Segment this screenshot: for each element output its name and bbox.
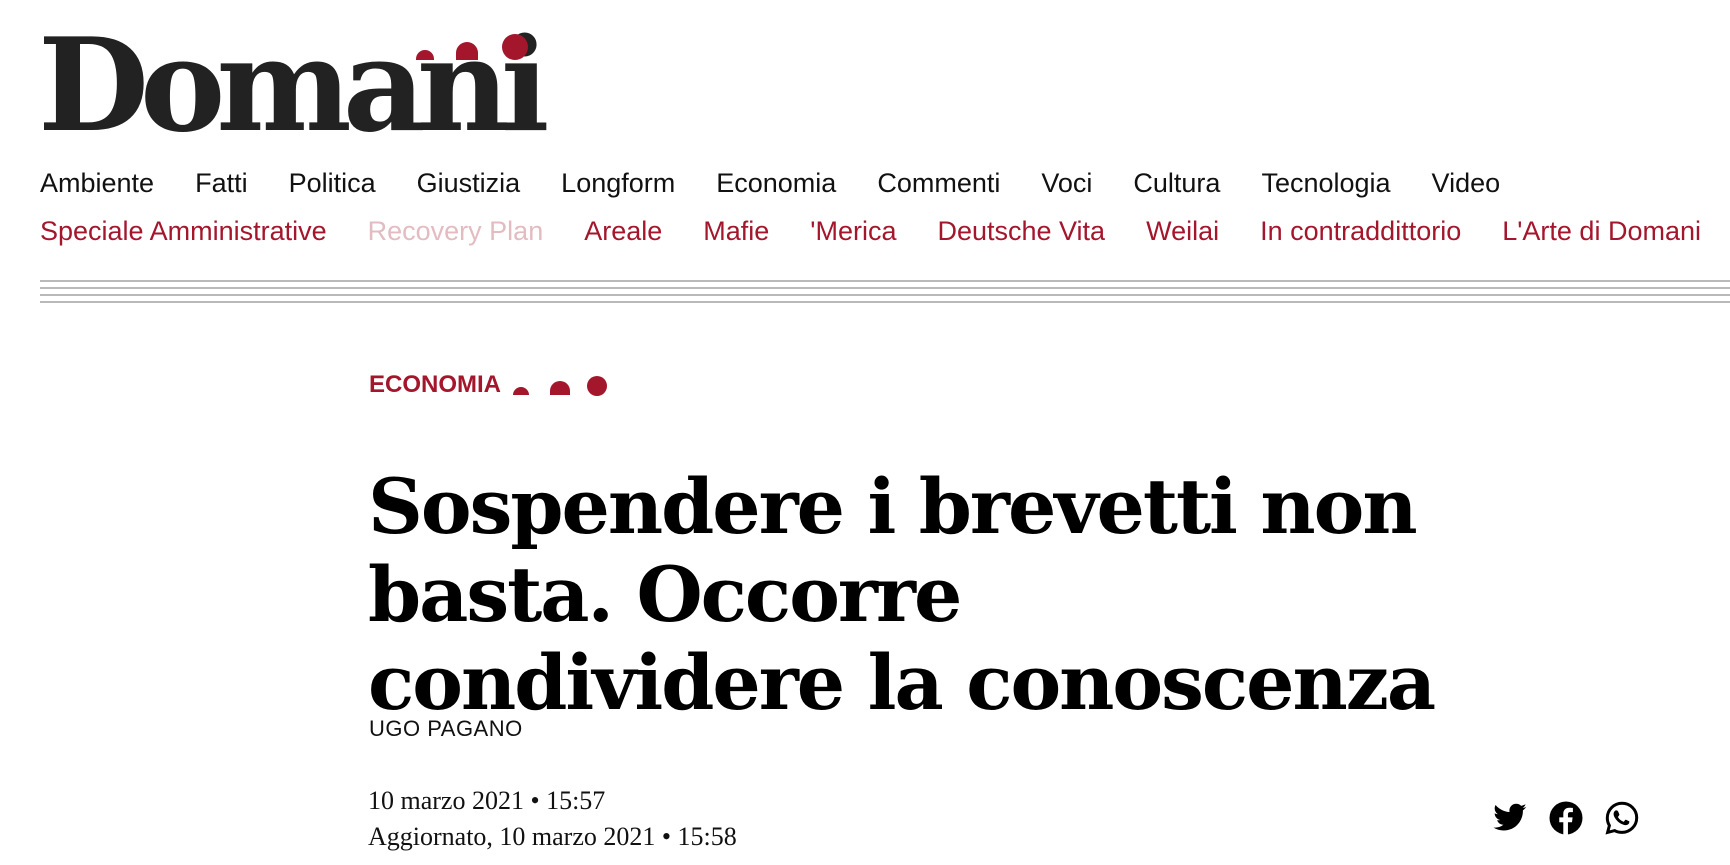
facebook-icon[interactable] [1548,800,1584,836]
secondary-nav: Speciale Amministrative Recovery Plan Ar… [40,216,1730,247]
article-dates: 10 marzo 2021 • 15:57 Aggiornato, 10 mar… [368,783,737,855]
section-dots [510,376,610,400]
section-label[interactable]: ECONOMIA [369,371,501,399]
nav-item-longform[interactable]: Longform [561,168,675,199]
nav-item-tecnologia[interactable]: Tecnologia [1261,168,1390,199]
nav-item-commenti[interactable]: Commenti [877,168,1000,199]
nav-item-in-contraddittorio[interactable]: In contraddittorio [1260,216,1461,247]
nav-item-arte-di-domani[interactable]: L'Arte di Domani [1502,216,1701,247]
whatsapp-icon[interactable] [1604,800,1640,836]
nav-item-voci[interactable]: Voci [1041,168,1092,199]
nav-item-mafie[interactable]: Mafie [703,216,769,247]
divider-line [40,301,1730,303]
nav-item-politica[interactable]: Politica [289,168,376,199]
header-divider [40,280,1730,308]
nav-item-fatti[interactable]: Fatti [195,168,248,199]
publish-date: 10 marzo 2021 • 15:57 [368,786,606,815]
nav-item-deutsche-vita[interactable]: Deutsche Vita [937,216,1105,247]
divider-line [40,287,1730,289]
nav-item-recovery-plan[interactable]: Recovery Plan [368,216,544,247]
share-bar [1492,800,1640,836]
section-dot [550,381,570,395]
section-dot [587,376,607,396]
nav-item-weilai[interactable]: Weilai [1146,216,1219,247]
nav-item-speciale-amministrative[interactable]: Speciale Amministrative [40,216,327,247]
article-author[interactable]: UGO PAGANO [369,716,523,742]
divider-line [40,294,1730,296]
article-title: Sospendere i brevetti non basta. Occorre… [368,461,1436,727]
nav-item-areale[interactable]: Areale [584,216,662,247]
nav-item-video[interactable]: Video [1432,168,1501,199]
section-dot [513,387,529,395]
nav-item-cultura[interactable]: Cultura [1133,168,1220,199]
updated-date: Aggiornato, 10 marzo 2021 • 15:58 [368,822,737,851]
nav-item-giustizia[interactable]: Giustizia [417,168,521,199]
nav-item-economia[interactable]: Economia [716,168,836,199]
logo-dot [502,34,528,60]
twitter-icon[interactable] [1492,800,1528,836]
divider-line [40,280,1730,282]
logo-dot [456,42,478,60]
nav-item-ambiente[interactable]: Ambiente [40,168,154,199]
primary-nav: Ambiente Fatti Politica Giustizia Longfo… [40,168,1541,199]
nav-item-merica[interactable]: 'Merica [810,216,896,247]
